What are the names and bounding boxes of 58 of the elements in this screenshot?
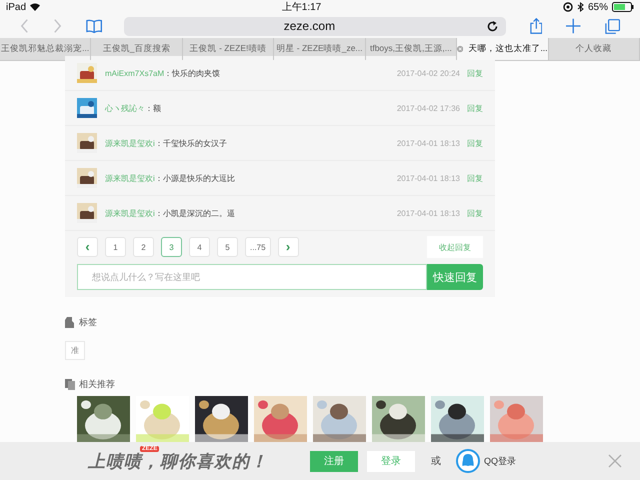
page-button[interactable]: 5: [217, 237, 238, 257]
reply-link[interactable]: 回复: [467, 172, 483, 184]
login-button[interactable]: 登录: [367, 450, 415, 472]
comment-text: ：快乐的肉夹馍: [164, 68, 220, 78]
username-link[interactable]: mAiExm7Xs7aM: [105, 68, 164, 78]
comment-text: ：千玺快乐的女汉子: [154, 138, 227, 148]
reply-input[interactable]: 想说点儿什么？写在这里吧: [77, 264, 427, 290]
username-link[interactable]: 源来凯是玺欢i: [105, 172, 155, 184]
page-button[interactable]: ‹: [77, 237, 98, 257]
quick-reply-button[interactable]: 快速回复: [427, 264, 483, 290]
page-button[interactable]: ...75: [245, 237, 271, 257]
tag-icon: [65, 316, 75, 328]
reply-link[interactable]: 回复: [467, 102, 483, 114]
comment-time: 2017-04-02 20:24: [396, 68, 460, 78]
comment-time: 2017-04-01 18:13: [396, 208, 460, 218]
address-bar[interactable]: zeze.com: [124, 16, 506, 36]
book-icon[interactable]: [86, 18, 102, 34]
comment-text: ：小源是快乐的大逗比: [154, 172, 235, 184]
register-button[interactable]: 注册: [310, 450, 358, 472]
comment-text: ：额: [145, 102, 161, 114]
reply-link[interactable]: 回复: [467, 138, 483, 148]
battery-percent: 65%: [588, 2, 608, 12]
battery-icon: [612, 2, 634, 12]
collapse-replies-button[interactable]: 收起回复: [427, 236, 483, 258]
slogan-text: 上啧啧，聊你喜欢的！: [88, 451, 268, 473]
comment-time: 2017-04-02 17:36: [396, 104, 460, 112]
page-button[interactable]: 4: [189, 237, 210, 257]
device-name: iPad: [6, 2, 26, 12]
page-button[interactable]: 1: [105, 237, 126, 257]
url-text: zeze.com: [284, 19, 336, 33]
reply-link[interactable]: 回复: [467, 208, 483, 218]
browser-tab[interactable]: 天哪，这也太准了...: [457, 38, 549, 60]
alarm-icon: [562, 2, 573, 12]
tag-chip[interactable]: 准: [65, 341, 85, 360]
page-button[interactable]: 3: [161, 237, 182, 257]
qq-login-link[interactable]: QQ登录: [484, 454, 516, 468]
share-icon[interactable]: [530, 17, 542, 35]
wifi-icon: [30, 3, 40, 11]
browser-tab[interactable]: 个人收藏: [548, 38, 640, 60]
section-title: 标签: [79, 316, 97, 328]
document-icon: [65, 378, 75, 390]
username-link[interactable]: 源来凯是玺欢i: [105, 138, 155, 148]
username-link[interactable]: 心ヽ残訫々: [105, 102, 145, 114]
comment-time: 2017-04-01 18:13: [396, 138, 460, 148]
reload-icon[interactable]: [486, 20, 498, 32]
comment-text: ：小凯是深沉的二。逼: [154, 208, 235, 218]
page-button[interactable]: 2: [133, 237, 154, 257]
tabs-icon[interactable]: [604, 18, 620, 34]
username-link[interactable]: 源来凯是玺欢i: [105, 208, 155, 218]
or-text: 或: [431, 454, 441, 468]
section-title: 相关推荐: [79, 378, 115, 390]
clock: 上午1:17: [282, 0, 322, 14]
comment-time: 2017-04-01 18:13: [396, 174, 460, 182]
page-button[interactable]: ›: [278, 237, 299, 257]
plus-icon[interactable]: [566, 18, 581, 34]
bluetooth-icon: [576, 2, 584, 12]
reply-link[interactable]: 回复: [467, 68, 483, 78]
close-icon[interactable]: [457, 44, 464, 54]
